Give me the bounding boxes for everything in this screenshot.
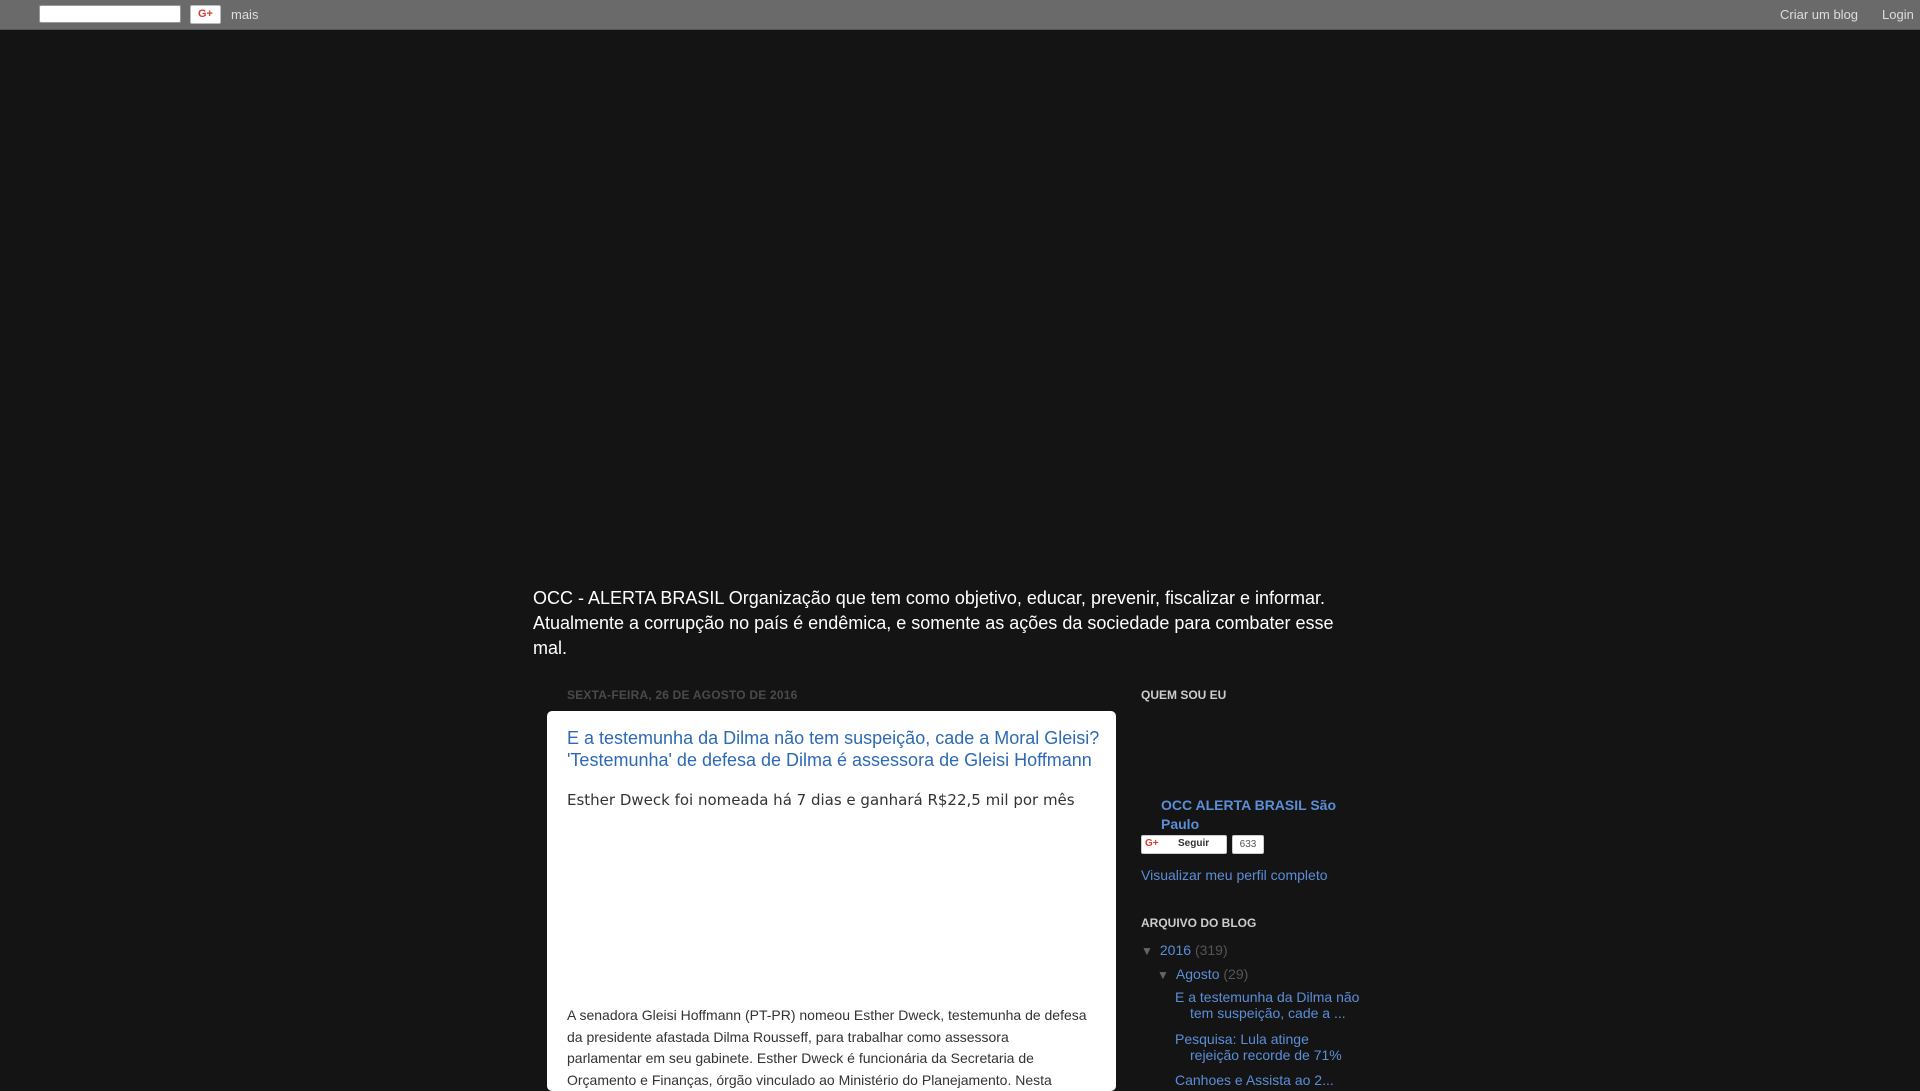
post-card: E a testemunha da Dilma não tem suspeiçã… xyxy=(547,711,1116,1091)
archive-post-title: E a testemunha da Dilma não tem suspeiçã… xyxy=(1175,989,1360,1021)
expand-toggle-icon[interactable]: ▼ xyxy=(1141,944,1153,958)
archive-month-link[interactable]: Agosto xyxy=(1176,966,1220,982)
create-blog-link[interactable]: Criar um blog xyxy=(1780,7,1858,22)
archive-post-link[interactable]: Canhoes e Assista ao 2... xyxy=(1175,1072,1360,1088)
navbar-more-link[interactable]: mais xyxy=(231,7,258,22)
about-heading: Quem sou eu xyxy=(1141,688,1227,702)
gplus-icon: G+ xyxy=(1145,838,1159,849)
archive-year-2016: ▼ 2016 (319) xyxy=(1141,942,1228,958)
expand-toggle-icon[interactable]: ▼ xyxy=(1157,968,1169,982)
follower-count: 633 xyxy=(1232,835,1264,854)
blog-description: OCC - ALERTA BRASIL Organização que tem … xyxy=(533,588,1334,658)
blogger-navbar: G+ mais Criar um blog Login xyxy=(0,0,1920,30)
archive-year-link[interactable]: 2016 xyxy=(1160,942,1191,958)
navbar-search-input[interactable] xyxy=(39,5,181,23)
archive-heading: Arquivo do blog xyxy=(1141,916,1257,930)
post-date-header: sexta-feira, 26 de agosto de 2016 xyxy=(567,688,798,702)
archive-post-title: Pesquisa: Lula atinge rejeição recorde d… xyxy=(1175,1031,1342,1063)
archive-year-count: (319) xyxy=(1194,942,1228,958)
gplus-share-button[interactable]: G+ xyxy=(190,5,221,24)
archive-post-link[interactable]: Pesquisa: Lula atinge rejeição recorde d… xyxy=(1175,1031,1360,1063)
follow-button[interactable]: G+ Seguir xyxy=(1141,835,1227,854)
post-subtitle: Esther Dweck foi nomeada há 7 dias e gan… xyxy=(567,791,1075,809)
post-body-text: A senadora Gleisi Hoffmann (PT-PR) nomeo… xyxy=(567,1007,1087,1088)
view-profile-link[interactable]: Visualizar meu perfil completo xyxy=(1141,867,1328,883)
archive-month-agosto: ▼ Agosto (29) xyxy=(1157,966,1248,982)
follow-label: Seguir xyxy=(1178,838,1210,849)
profile-name-link[interactable]: OCC ALERTA BRASIL São Paulo xyxy=(1161,796,1361,834)
archive-month-count: (29) xyxy=(1223,966,1249,982)
archive-post-link[interactable]: E a testemunha da Dilma não tem suspeiçã… xyxy=(1175,989,1360,1021)
login-link[interactable]: Login xyxy=(1882,7,1914,22)
post-title-link[interactable]: E a testemunha da Dilma não tem suspeiçã… xyxy=(567,727,1107,771)
archive-post-title: Canhoes e Assista ao 2... xyxy=(1175,1072,1334,1088)
